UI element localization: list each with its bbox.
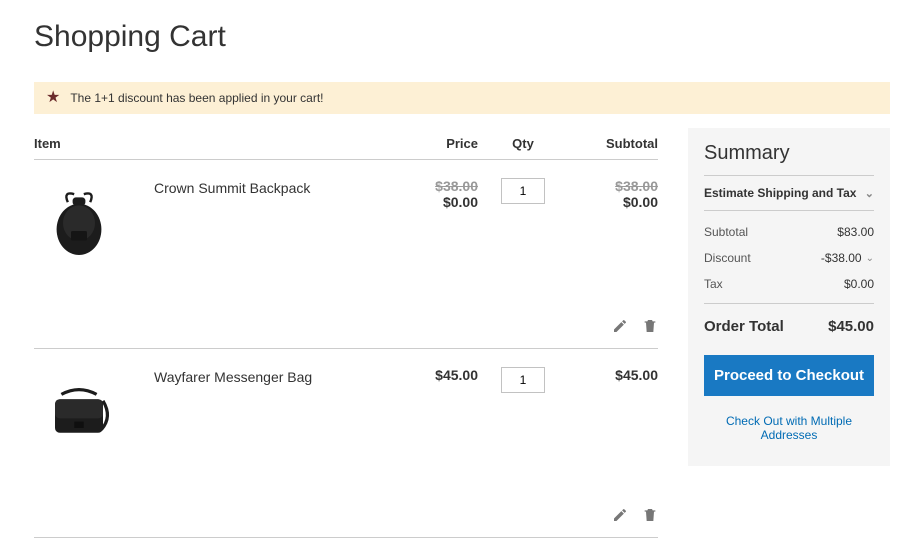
col-header-item: Item (34, 136, 388, 151)
subtotal-original: $38.00 (568, 178, 658, 194)
order-total-label: Order Total (704, 318, 784, 335)
remove-item-button[interactable] (642, 507, 658, 523)
pencil-icon (612, 318, 628, 334)
product-image[interactable] (34, 367, 124, 457)
cart-row: Wayfarer Messenger Bag $45.00 $45.00 (34, 349, 658, 538)
product-subtotal: $45.00 (568, 367, 658, 383)
order-total: Order Total $45.00 (704, 318, 874, 335)
trash-icon (642, 507, 658, 523)
order-total-value: $45.00 (828, 318, 874, 335)
estimate-shipping-toggle[interactable]: Estimate Shipping and Tax ⌄ (704, 186, 874, 211)
edit-item-button[interactable] (612, 507, 628, 523)
product-price: $38.00 $0.00 (388, 178, 478, 210)
proceed-to-checkout-button[interactable]: Proceed to Checkout (704, 355, 874, 396)
star-icon: ★ (46, 90, 60, 106)
chevron-down-icon: ⌄ (866, 253, 874, 264)
discount-value: -$38.00 (821, 251, 862, 265)
cart-header-row: Item Price Qty Subtotal (34, 128, 658, 160)
qty-input[interactable] (501, 178, 545, 204)
remove-item-button[interactable] (642, 318, 658, 334)
qty-input[interactable] (501, 367, 545, 393)
price-final: $45.00 (388, 367, 478, 383)
tax-value: $0.00 (844, 277, 874, 291)
product-name[interactable]: Wayfarer Messenger Bag (154, 367, 388, 385)
price-original: $38.00 (388, 178, 478, 194)
product-name[interactable]: Crown Summit Backpack (154, 178, 388, 196)
edit-item-button[interactable] (612, 318, 628, 334)
cart-table: Item Price Qty Subtotal Crown Summit Bac… (34, 128, 658, 538)
tax-label: Tax (704, 277, 723, 291)
page-title: Shopping Cart (34, 20, 890, 54)
pencil-icon (612, 507, 628, 523)
summary-discount[interactable]: Discount -$38.00 ⌄ (704, 245, 874, 271)
subtotal-final: $45.00 (568, 367, 658, 383)
product-price: $45.00 (388, 367, 478, 383)
col-header-subtotal: Subtotal (568, 136, 658, 151)
price-final: $0.00 (388, 194, 478, 210)
cart-row: Crown Summit Backpack $38.00 $0.00 $38.0… (34, 160, 658, 349)
summary-title: Summary (704, 142, 874, 176)
summary-tax: Tax $0.00 (704, 271, 874, 297)
col-header-price: Price (388, 136, 478, 151)
backpack-icon (39, 183, 119, 263)
product-subtotal: $38.00 $0.00 (568, 178, 658, 210)
subtotal-label: Subtotal (704, 225, 748, 239)
summary-panel: Summary Estimate Shipping and Tax ⌄ Subt… (688, 128, 890, 466)
col-header-qty: Qty (478, 136, 568, 151)
multiple-addresses-link[interactable]: Check Out with Multiple Addresses (704, 414, 874, 442)
chevron-down-icon: ⌄ (865, 187, 874, 200)
subtotal-final: $0.00 (568, 194, 658, 210)
messenger-bag-icon (39, 372, 119, 452)
product-image[interactable] (34, 178, 124, 268)
trash-icon (642, 318, 658, 334)
discount-banner: ★ The 1+1 discount has been applied in y… (34, 82, 890, 114)
subtotal-value: $83.00 (837, 225, 874, 239)
summary-subtotal: Subtotal $83.00 (704, 219, 874, 245)
estimate-label: Estimate Shipping and Tax (704, 186, 856, 200)
banner-text: The 1+1 discount has been applied in you… (70, 91, 323, 105)
discount-label: Discount (704, 251, 751, 265)
